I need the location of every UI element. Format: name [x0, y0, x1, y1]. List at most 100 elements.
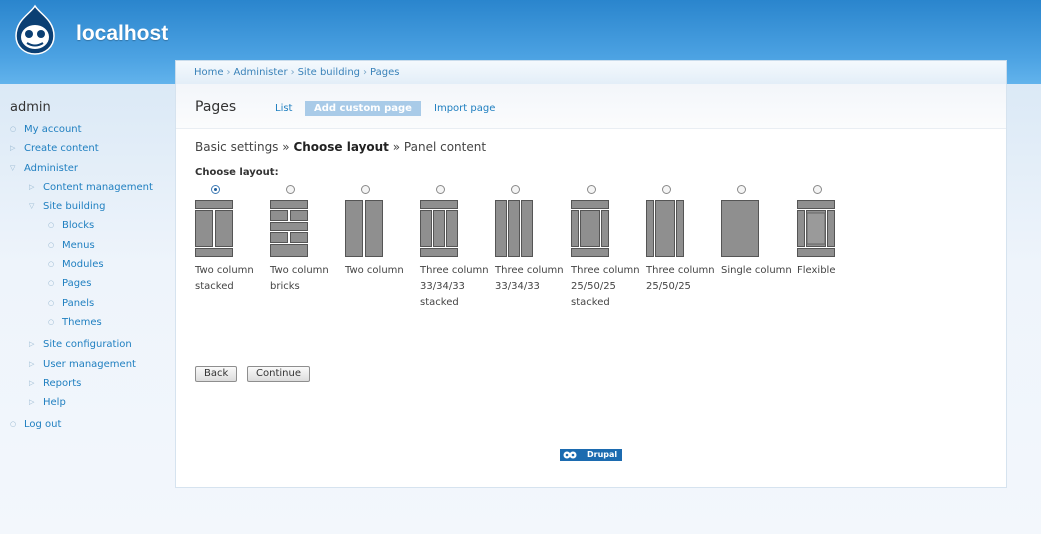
- layout-radio[interactable]: [813, 185, 822, 194]
- menu-bullet-icon: ▷: [29, 182, 35, 191]
- sidebar-item-label: Help: [43, 397, 66, 409]
- page-title: Pages: [195, 99, 237, 115]
- step-choose-layout: Choose layout: [293, 140, 389, 154]
- breadcrumb-bar: Home › Administer › Site building › Pages: [175, 60, 1007, 84]
- layout-label: Two column stacked: [195, 265, 254, 292]
- sidebar-menu: ○ My account ▷ Create content ▽ Administer ▷ Co…: [10, 120, 175, 435]
- drupal-logo-icon[interactable]: [10, 4, 60, 56]
- layout-two-column-stacked-icon[interactable]: [195, 200, 233, 258]
- sidebar-item-modules[interactable]: ○ Modules: [10, 255, 175, 274]
- menu-bullet-icon: ○: [48, 221, 55, 230]
- menu-bullet-icon: ▽: [10, 163, 16, 172]
- layout-option-two-column-stacked[interactable]: Two column stacked: [195, 185, 271, 295]
- sidebar-item-reports[interactable]: ▷ Reports: [10, 374, 175, 393]
- layout-label: Three column 33/34/33 stacked: [420, 265, 489, 308]
- drupal-drop-icon: [563, 451, 577, 459]
- step-separator: »: [392, 140, 401, 154]
- layout-label: Flexible: [797, 265, 836, 276]
- breadcrumb-separator: ›: [290, 67, 295, 78]
- breadcrumb-link-pages[interactable]: Pages: [370, 67, 399, 78]
- layout-option-three-column-25-50-25[interactable]: Three column 25/50/25: [646, 185, 722, 295]
- tab-list[interactable]: List: [275, 103, 292, 114]
- breadcrumb: Home › Administer › Site building › Pages: [194, 67, 399, 78]
- layout-flexible-icon[interactable]: [797, 200, 835, 258]
- layout-radio[interactable]: [737, 185, 746, 194]
- sidebar-item-pages[interactable]: ○ Pages: [10, 274, 175, 293]
- menu-bullet-icon: ○: [48, 298, 55, 307]
- sidebar-item-label: Site building: [43, 201, 106, 213]
- layout-radio[interactable]: [511, 185, 520, 194]
- sidebar-item-panels[interactable]: ○ Panels: [10, 294, 175, 313]
- layout-two-column-bricks-icon[interactable]: [270, 200, 308, 258]
- layout-radio[interactable]: [587, 185, 596, 194]
- sidebar-navigation: admin ○ My account ▷ Create content ▽ Adminis…: [10, 100, 175, 435]
- menu-bullet-icon: ▷: [29, 359, 35, 368]
- layout-radio[interactable]: [361, 185, 370, 194]
- sidebar-item-site-building[interactable]: ▽ Site building: [10, 197, 175, 216]
- step-basic-settings: Basic settings: [195, 140, 279, 154]
- layout-option-three-column-33-34-33-stacked[interactable]: Three column 33/34/33 stacked: [420, 185, 496, 311]
- layout-radio[interactable]: [662, 185, 671, 194]
- tab-import-page[interactable]: Import page: [434, 103, 495, 114]
- sidebar-item-content-management[interactable]: ▷ Content management: [10, 178, 175, 197]
- sidebar-item-label: My account: [24, 124, 82, 135]
- menu-bullet-icon: ○: [48, 240, 55, 249]
- layout-radio[interactable]: [436, 185, 445, 194]
- menu-bullet-icon: ○: [10, 125, 17, 133]
- breadcrumb-link-home[interactable]: Home: [194, 67, 224, 78]
- layout-radio[interactable]: [211, 185, 220, 194]
- layout-option-three-column-33-34-33[interactable]: Three column 33/34/33: [495, 185, 571, 295]
- main-content: Pages List Add custom page Import page B…: [175, 84, 1007, 488]
- sidebar-item-log-out[interactable]: ○ Log out: [10, 415, 175, 434]
- layout-option-two-column[interactable]: Two column: [345, 185, 421, 279]
- menu-bullet-icon: ○: [48, 317, 55, 326]
- powered-by-text: Drupal: [587, 450, 618, 459]
- sidebar-item-themes[interactable]: ○ Themes: [10, 313, 175, 332]
- layout-option-flexible[interactable]: Flexible: [797, 185, 873, 279]
- layout-option-single-column[interactable]: Single column: [721, 185, 797, 279]
- layout-option-two-column-bricks[interactable]: Two column bricks: [270, 185, 346, 295]
- tabs-row: Pages List Add custom page Import page: [176, 84, 1006, 129]
- breadcrumb-separator: ›: [226, 67, 231, 78]
- sidebar-item-user-management[interactable]: ▷ User management: [10, 355, 175, 374]
- powered-by-drupal-badge[interactable]: Drupal: [560, 449, 622, 461]
- sidebar-item-blocks[interactable]: ○ Blocks: [10, 216, 175, 235]
- menu-bullet-icon: ▷: [10, 144, 16, 153]
- breadcrumb-link-site-building[interactable]: Site building: [298, 67, 360, 78]
- menu-bullet-icon: ○: [10, 420, 17, 429]
- site-name[interactable]: localhost: [76, 22, 168, 46]
- choose-layout-label: Choose layout:: [195, 167, 279, 178]
- layout-radio[interactable]: [286, 185, 295, 194]
- sidebar-item-label: Site configuration: [43, 339, 132, 351]
- sidebar-item-label: Reports: [43, 377, 82, 389]
- back-button[interactable]: Back: [195, 366, 238, 382]
- layout-three-column-25-50-25-stacked-icon[interactable]: [571, 200, 609, 258]
- sidebar-item-create-content[interactable]: ▷ Create content: [10, 139, 175, 158]
- layout-three-column-33-34-33-stacked-icon[interactable]: [420, 200, 458, 258]
- sidebar-item-menus[interactable]: ○ Menus: [10, 236, 175, 255]
- menu-bullet-icon: ○: [48, 279, 55, 288]
- breadcrumb-link-administer[interactable]: Administer: [234, 67, 288, 78]
- sidebar-item-label: Log out: [24, 419, 62, 431]
- sidebar-item-label: Themes: [62, 316, 102, 328]
- continue-button[interactable]: Continue: [247, 366, 310, 382]
- sidebar-item-my-account[interactable]: ○ My account: [10, 120, 175, 139]
- sidebar-item-label: Blocks: [62, 220, 95, 232]
- menu-bullet-icon: ▷: [29, 398, 35, 407]
- layout-two-column-icon[interactable]: [345, 200, 383, 258]
- sidebar-item-label: Modules: [62, 259, 104, 271]
- layout-three-column-25-50-25-icon[interactable]: [646, 200, 684, 258]
- sidebar-user-name: admin: [10, 100, 51, 115]
- layout-three-column-33-34-33-icon[interactable]: [495, 200, 533, 258]
- tab-add-custom-page[interactable]: Add custom page: [305, 101, 421, 116]
- sidebar-item-help[interactable]: ▷ Help: [10, 393, 175, 412]
- step-panel-content: Panel content: [403, 140, 487, 154]
- wizard-steps: Basic settings » Choose layout » Panel c…: [195, 140, 486, 154]
- sidebar-item-administer[interactable]: ▽ Administer: [10, 159, 175, 178]
- layout-option-three-column-25-50-25-stacked[interactable]: Three column 25/50/25 stacked: [571, 185, 647, 311]
- layout-label: Three column 25/50/25: [646, 265, 715, 292]
- layout-single-column-icon[interactable]: [721, 200, 759, 258]
- sidebar-item-label: Panels: [62, 297, 95, 309]
- sidebar-item-site-configuration[interactable]: ▷ Site configuration: [10, 335, 175, 354]
- layout-label: Two column: [345, 265, 404, 276]
